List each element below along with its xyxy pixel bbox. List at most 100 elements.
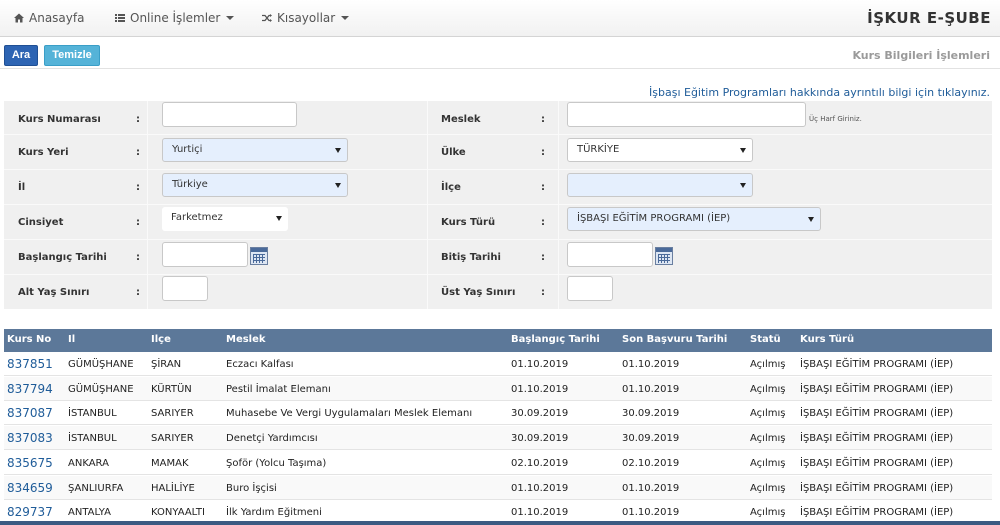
col-header-district[interactable]: Ilçe — [151, 334, 171, 345]
start-date-cell: 30.09.2019 — [511, 433, 569, 445]
end-date-label: Bitiş Tarihi — [441, 252, 501, 263]
province-cell: GÜMÜŞHANE — [68, 383, 134, 395]
colon: : — [541, 217, 545, 228]
caret-down-icon — [740, 183, 746, 188]
course-location-select[interactable]: Yurtiçi — [162, 138, 348, 162]
col-header-start-date[interactable]: Başlangıç Tarihi — [511, 334, 600, 345]
caret-down-icon — [335, 148, 341, 153]
status-cell: Açılmış — [750, 383, 786, 395]
start-date-label: Başlangıç Tarihi — [18, 252, 107, 263]
course-no-link[interactable]: 837087 — [7, 406, 53, 420]
info-link[interactable]: İşbaşı Eğitim Programları hakkında ayrın… — [649, 86, 990, 99]
course-no-link[interactable]: 829737 — [7, 505, 53, 519]
start-date-cell: 30.09.2019 — [511, 408, 569, 420]
col-header-province[interactable]: Il — [68, 334, 75, 345]
course-type-cell: İŞBAŞI EĞİTİM PROGRAMI (İEP) — [800, 507, 954, 519]
section-title: Kurs Bilgileri İşlemleri — [852, 49, 990, 62]
brand-title: İŞKUR E-ŞUBE — [867, 9, 991, 27]
course-location-value: Yurtiçi — [172, 144, 203, 155]
col-header-status[interactable]: Statü — [750, 334, 781, 345]
colon: : — [541, 114, 545, 125]
colon: : — [136, 182, 140, 193]
colon: : — [541, 182, 545, 193]
bottom-bar — [0, 521, 1000, 525]
district-label: İlçe — [441, 182, 461, 193]
col-header-deadline[interactable]: Son Başvuru Tarihi — [622, 334, 727, 345]
status-cell: Açılmış — [750, 457, 786, 469]
course-type-value: İŞBAŞI EĞİTİM PROGRAMI (İEP) — [577, 213, 731, 224]
caret-down-icon — [808, 217, 814, 222]
form-row: Kurs Numarası : Meslek : Üç Harf Giriniz… — [4, 101, 992, 135]
deadline-cell: 02.10.2019 — [622, 457, 680, 469]
min-age-input[interactable] — [162, 276, 208, 301]
province-value: Türkiye — [172, 179, 208, 190]
start-date-cell: 01.10.2019 — [511, 383, 569, 395]
max-age-label: Üst Yaş Sınırı — [441, 287, 516, 298]
caret-down-icon — [335, 183, 341, 188]
profession-label: Meslek — [441, 114, 481, 125]
profession-cell: Denetçi Yardımcısı — [226, 433, 318, 445]
country-select[interactable]: TÜRKİYE — [567, 138, 753, 162]
gender-label: Cinsiyet — [18, 217, 64, 228]
start-date-cell: 01.10.2019 — [511, 359, 569, 370]
deadline-cell: 01.10.2019 — [622, 482, 680, 494]
calendar-icon[interactable] — [655, 247, 673, 265]
table-row: 837083 İSTANBUL SARIYER Denetçi Yardımcısı 3… — [4, 426, 992, 451]
search-button[interactable]: Ara — [4, 45, 38, 66]
course-type-label: Kurs Türü — [441, 217, 496, 228]
form-row: Cinsiyet : Farketmez Kurs Türü : İŞBAŞI … — [4, 206, 992, 240]
table-row: 837851 GÜMÜŞHANE ŞİRAN Eczacı Kalfası 01.10.… — [4, 352, 992, 376]
course-no-link[interactable]: 837083 — [7, 431, 53, 445]
province-select[interactable]: Türkiye — [162, 173, 348, 197]
start-date-input[interactable] — [162, 242, 248, 267]
nav-online-menu[interactable]: Online İşlemler — [115, 11, 235, 25]
profession-input[interactable] — [567, 102, 806, 127]
max-age-input[interactable] — [567, 276, 613, 301]
course-type-cell: İŞBAŞI EĞİTİM PROGRAMI (İEP) — [800, 433, 954, 445]
colon: : — [136, 217, 140, 228]
caret-down-icon — [226, 16, 235, 20]
district-cell: ŞİRAN — [151, 359, 182, 370]
nav-home[interactable]: Anasayfa — [14, 11, 84, 25]
col-header-course-no[interactable]: Kurs No — [7, 334, 51, 345]
table-row: 835675 ANKARA MAMAK Şoför (Yolcu Taşıma) 02.… — [4, 451, 992, 475]
shuffle-icon — [262, 14, 272, 22]
course-no-link[interactable]: 835675 — [7, 456, 53, 470]
end-date-input[interactable] — [567, 242, 653, 267]
status-cell: Açılmış — [750, 507, 786, 519]
col-header-course-type[interactable]: Kurs Türü — [800, 334, 854, 345]
table-row: 834659 ŞANLIURFA HALİLİYE Buro İşçisi 01.10.… — [4, 475, 992, 500]
clear-button[interactable]: Temizle — [44, 45, 100, 66]
deadline-cell: 01.10.2019 — [622, 383, 680, 395]
province-cell: ANKARA — [68, 457, 109, 469]
province-cell: İSTANBUL — [68, 433, 117, 445]
country-label: Ülke — [441, 147, 466, 158]
min-age-label: Alt Yaş Sınırı — [18, 287, 90, 298]
district-cell: HALİLİYE — [151, 482, 195, 494]
col-header-profession[interactable]: Meslek — [226, 334, 266, 345]
form-row: Kurs Yeri : Yurtiçi Ülke : TÜRKİYE — [4, 136, 992, 170]
course-type-select[interactable]: İŞBAŞI EĞİTİM PROGRAMI (İEP) — [567, 207, 821, 231]
course-no-input[interactable] — [162, 102, 297, 127]
course-no-link[interactable]: 837794 — [7, 382, 53, 396]
district-cell: MAMAK — [151, 457, 189, 469]
profession-cell: Eczacı Kalfası — [226, 359, 294, 370]
course-type-cell: İŞBAŞI EĞİTİM PROGRAMI (İEP) — [800, 482, 954, 494]
caret-down-icon — [276, 216, 282, 221]
deadline-cell: 01.10.2019 — [622, 359, 680, 370]
gender-select[interactable]: Farketmez — [162, 207, 288, 231]
province-cell: İSTANBUL — [68, 408, 117, 420]
course-no-link[interactable]: 837851 — [7, 357, 53, 371]
nav-shortcuts-menu[interactable]: Kısayollar — [262, 11, 350, 25]
profession-cell: İlk Yardım Eğitmeni — [226, 507, 322, 519]
table-row: 837794 GÜMÜŞHANE KÜRTÜN Pestil İmalat Elema… — [4, 376, 992, 401]
start-date-cell: 01.10.2019 — [511, 507, 569, 519]
course-no-link[interactable]: 834659 — [7, 481, 53, 495]
district-cell: SARIYER — [151, 433, 194, 445]
course-type-cell: İŞBAŞI EĞİTİM PROGRAMI (İEP) — [800, 359, 954, 370]
district-cell: SARIYER — [151, 408, 194, 420]
calendar-icon[interactable] — [250, 247, 268, 265]
toolbar: Ara Temizle Kurs Bilgileri İşlemleri — [0, 40, 1000, 68]
list-icon — [115, 14, 125, 22]
district-select[interactable] — [567, 173, 753, 197]
